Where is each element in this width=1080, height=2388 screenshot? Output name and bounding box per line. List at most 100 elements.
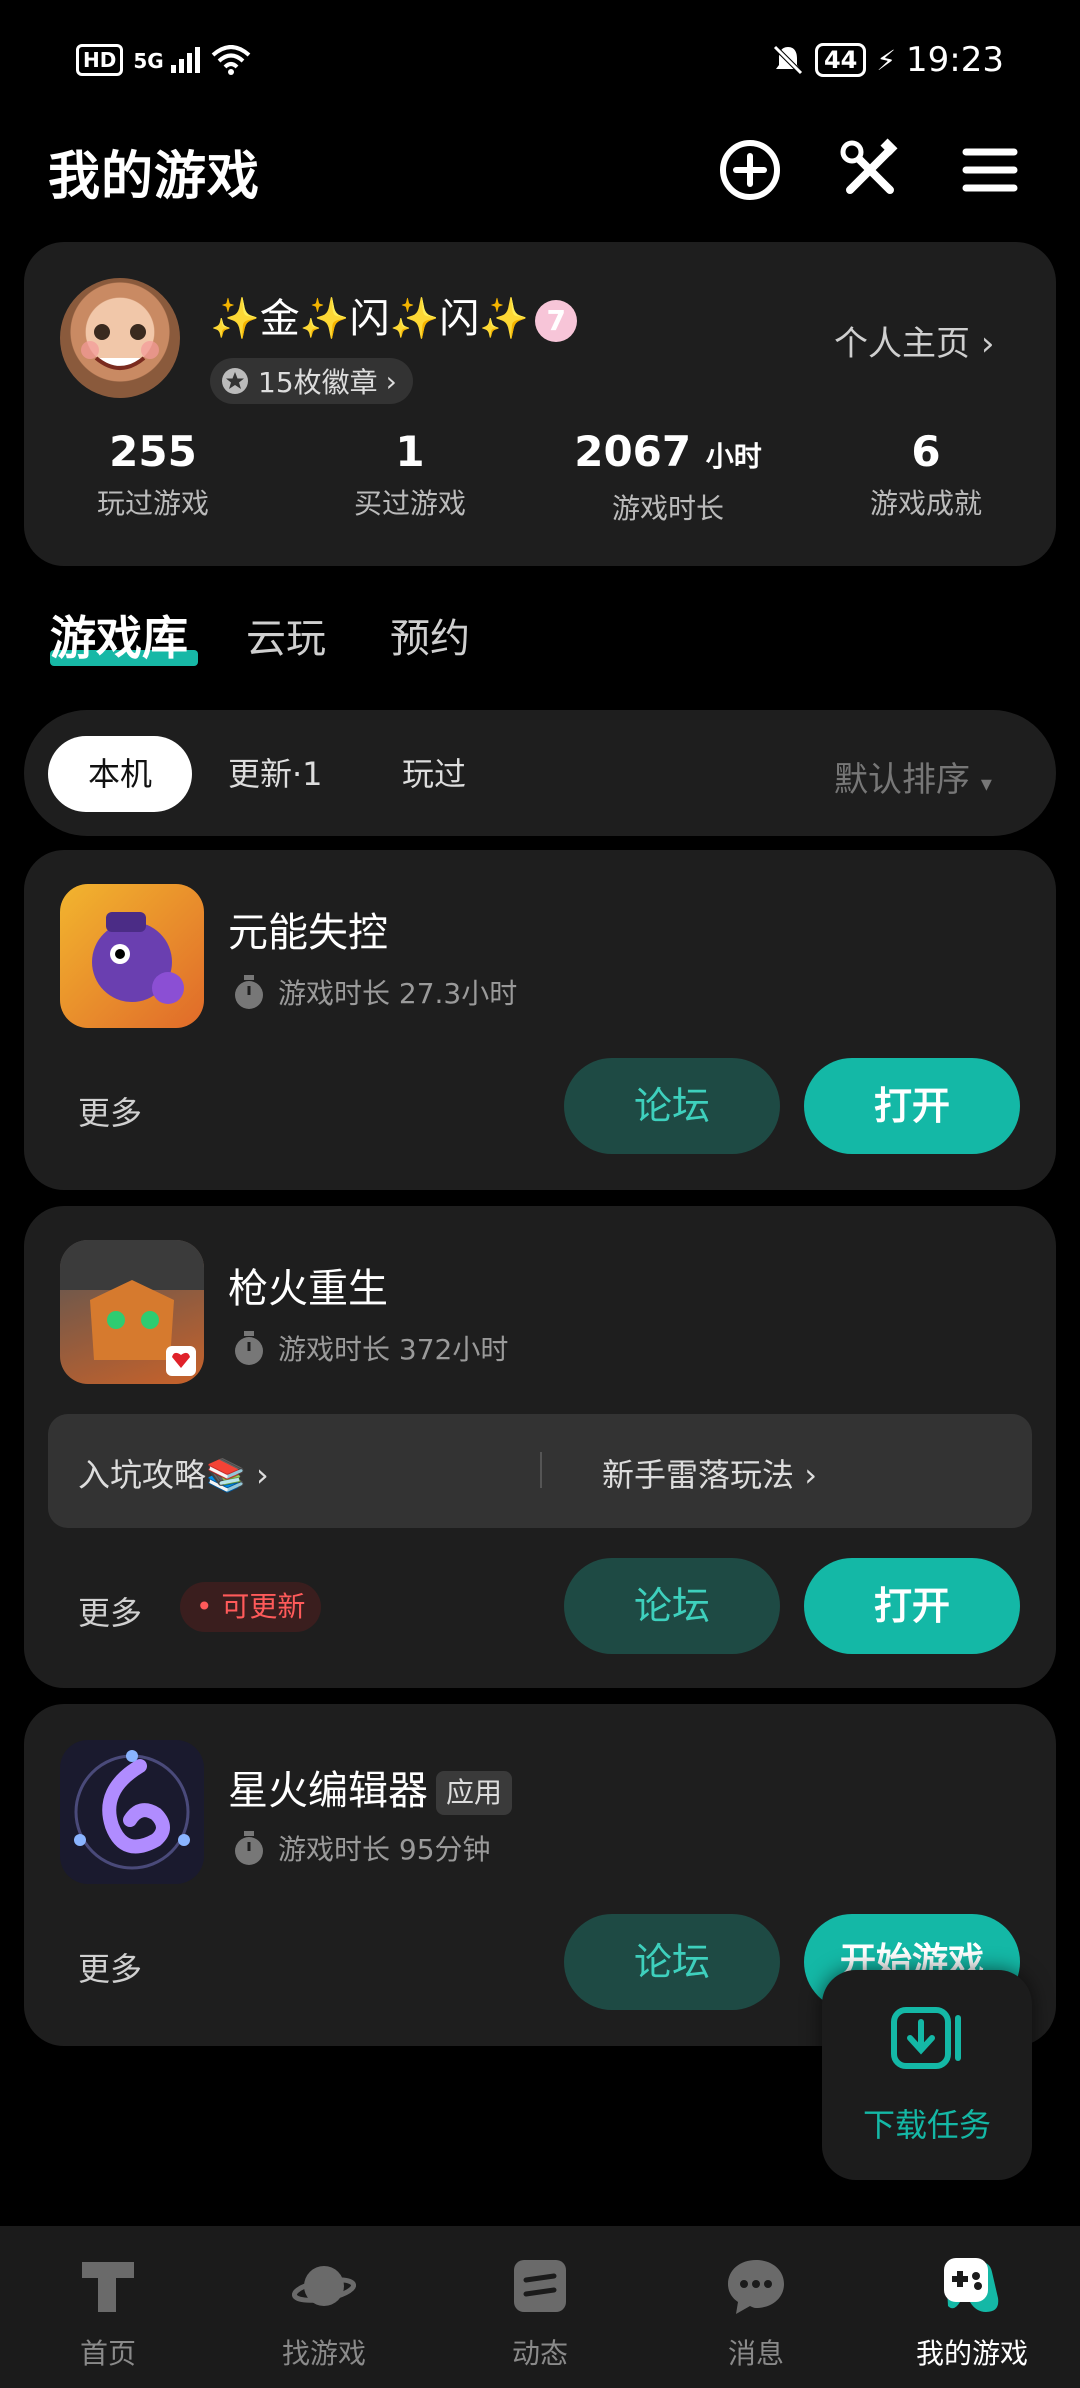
playtime: 游戏时长 27.3小时 bbox=[232, 972, 517, 1012]
guide-label: 新手雷落玩法 bbox=[602, 1456, 795, 1494]
more-button[interactable]: 更多 bbox=[78, 1944, 142, 1990]
stopwatch-icon bbox=[235, 975, 263, 1009]
game-name: 枪火重生 bbox=[228, 1266, 388, 1312]
download-tasks-button[interactable] bbox=[822, 1970, 1032, 2180]
playtime-text: 游戏时长 95分钟 bbox=[278, 1833, 491, 1866]
menu-icon[interactable] bbox=[954, 134, 1026, 206]
nav-label: 首页 bbox=[79, 2337, 136, 2370]
stat-value: 2067 bbox=[574, 427, 692, 476]
app-tag: 应用 bbox=[436, 1771, 513, 1815]
signal-type: 5G bbox=[133, 49, 164, 73]
forum-button[interactable]: 论坛 bbox=[564, 1558, 780, 1654]
signal-icon: 5G bbox=[133, 47, 200, 73]
update-badge[interactable]: • 可更新 bbox=[180, 1582, 322, 1632]
stopwatch-icon bbox=[235, 1831, 263, 1865]
nickname-row[interactable]: ✨金✨闪✨闪✨ 7 bbox=[210, 286, 578, 344]
tab-reserve[interactable]: 预约 bbox=[390, 606, 470, 664]
nav-label: 消息 bbox=[727, 2337, 784, 2370]
battery-icon: 44 bbox=[814, 43, 867, 77]
open-button[interactable]: 打开 bbox=[804, 1058, 1020, 1154]
tools-icon[interactable] bbox=[834, 134, 906, 206]
update-dot: • bbox=[196, 1590, 222, 1623]
chat-icon bbox=[728, 2260, 784, 2314]
stat-achievements[interactable]: 6 游戏成就 bbox=[801, 426, 1051, 522]
add-icon[interactable] bbox=[714, 134, 786, 206]
chevron-right-icon: › bbox=[256, 1456, 269, 1494]
stat-label: 买过游戏 bbox=[353, 487, 466, 520]
stat-label: 游戏成就 bbox=[869, 487, 982, 520]
game-icon[interactable] bbox=[60, 1740, 204, 1884]
home-icon bbox=[82, 2262, 134, 2312]
chip-played[interactable]: 玩过 bbox=[402, 736, 466, 812]
more-button[interactable]: 更多 bbox=[78, 1088, 142, 1134]
hd-icon: HD bbox=[76, 44, 124, 76]
playtime: 游戏时长 372小时 bbox=[232, 1328, 508, 1368]
playtime-text: 游戏时长 372小时 bbox=[278, 1333, 509, 1366]
sort-dropdown[interactable]: 默认排序 ▾ bbox=[834, 752, 992, 801]
stat-value: 255 bbox=[109, 427, 197, 476]
stat-label: 玩过游戏 bbox=[96, 487, 209, 520]
feed-icon bbox=[514, 2260, 566, 2312]
mute-bell-icon bbox=[773, 45, 803, 75]
update-label: 可更新 bbox=[221, 1590, 306, 1623]
stopwatch-icon bbox=[235, 1331, 263, 1365]
charging-icon: ⚡ bbox=[876, 43, 897, 77]
stat-played[interactable]: 255 玩过游戏 bbox=[28, 426, 278, 522]
chevron-right-icon: › bbox=[980, 324, 995, 364]
guide-label: 入坑攻略📚 bbox=[78, 1456, 246, 1494]
nav-messages[interactable]: 消息 bbox=[648, 2254, 864, 2372]
stat-bought[interactable]: 1 买过游戏 bbox=[285, 426, 535, 522]
stat-unit: 小时 bbox=[705, 440, 762, 473]
nav-label: 我的游戏 bbox=[915, 2337, 1028, 2370]
wifi-icon bbox=[211, 45, 250, 75]
tab-cloud[interactable]: 云玩 bbox=[246, 606, 326, 664]
divider bbox=[540, 1452, 542, 1488]
more-button[interactable]: 更多 bbox=[78, 1588, 142, 1634]
game-icon[interactable] bbox=[60, 1240, 204, 1384]
medals-button[interactable]: 15枚徽章 › bbox=[210, 358, 413, 404]
open-button[interactable]: 打开 bbox=[804, 1558, 1020, 1654]
nav-my-games[interactable]: 我的游戏 bbox=[864, 2254, 1080, 2372]
medal-icon bbox=[222, 368, 248, 394]
chip-local[interactable]: 本机 bbox=[48, 736, 192, 812]
planet-icon bbox=[291, 2266, 357, 2306]
homepage-link[interactable]: 个人主页 › bbox=[834, 316, 994, 365]
nav-label: 找游戏 bbox=[281, 2337, 366, 2370]
status-left: HD 5G bbox=[76, 44, 251, 76]
forum-button[interactable]: 论坛 bbox=[564, 1058, 780, 1154]
nav-home[interactable]: 首页 bbox=[0, 2254, 216, 2372]
stat-value: 6 bbox=[911, 427, 941, 476]
game-name: 星火编辑器 bbox=[228, 1768, 428, 1814]
level-badge: 7 bbox=[535, 300, 578, 342]
playtime-text: 游戏时长 27.3小时 bbox=[278, 977, 518, 1010]
chip-update[interactable]: 更新·1 bbox=[228, 736, 323, 812]
status-right: 44 ⚡ 19:23 bbox=[771, 40, 1004, 80]
nickname: ✨金✨闪✨闪✨ bbox=[210, 296, 530, 342]
nav-label: 动态 bbox=[511, 2337, 568, 2370]
avatar[interactable] bbox=[60, 278, 180, 398]
stat-value: 1 bbox=[395, 427, 425, 476]
chevron-right-icon: › bbox=[385, 364, 397, 398]
guide-link-beginner[interactable]: 入坑攻略📚 › bbox=[78, 1450, 269, 1496]
stat-label: 游戏时长 bbox=[611, 492, 724, 525]
forum-button[interactable]: 论坛 bbox=[564, 1914, 780, 2010]
status-bar: HD 5G 44 ⚡ 19:23 bbox=[0, 0, 1080, 128]
gamepad-icon bbox=[944, 2258, 999, 2312]
tab-library[interactable]: 游戏库 bbox=[50, 602, 188, 668]
game-icon[interactable] bbox=[60, 884, 204, 1028]
caret-down-icon: ▾ bbox=[980, 772, 992, 797]
chevron-right-icon: › bbox=[804, 1456, 817, 1494]
clock: 19:23 bbox=[906, 40, 1004, 80]
game-name-row: 星火编辑器 应用 bbox=[228, 1758, 513, 1816]
stat-playtime[interactable]: 2067 小时 游戏时长 bbox=[543, 426, 793, 527]
nav-feed[interactable]: 动态 bbox=[432, 2254, 648, 2372]
download-label[interactable]: 下载任务 bbox=[822, 2100, 1032, 2146]
nav-discover[interactable]: 找游戏 bbox=[216, 2254, 432, 2372]
medals-label: 15枚徽章 bbox=[258, 366, 378, 399]
guide-link-grenade[interactable]: 新手雷落玩法 › bbox=[602, 1450, 817, 1496]
homepage-label: 个人主页 bbox=[834, 324, 970, 364]
game-name: 元能失控 bbox=[228, 910, 388, 956]
page-title: 我的游戏 bbox=[48, 147, 261, 207]
download-icon bbox=[891, 2007, 961, 2069]
playtime: 游戏时长 95分钟 bbox=[232, 1828, 491, 1868]
